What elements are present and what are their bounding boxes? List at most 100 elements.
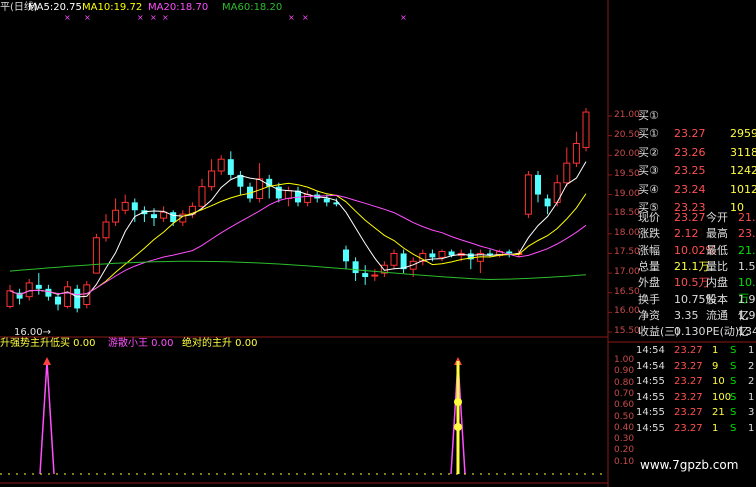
candle-body	[217, 158, 225, 172]
tick-row: 14:54 23.27 1 S 1	[612, 344, 756, 358]
indicator-absolute: 绝对的主升 0.00	[182, 338, 258, 349]
candle-body	[563, 162, 571, 184]
ma20-label: MA20:18.70	[148, 2, 209, 13]
indicator-prefix: 升	[0, 338, 10, 349]
book-label: 买②	[638, 145, 659, 159]
tick-time: 14:55	[636, 422, 665, 434]
candle-body	[160, 211, 168, 219]
book-price: 23.27	[674, 127, 706, 140]
candle-body	[572, 142, 580, 164]
tick-row: 14:54 23.27 9 S 2	[612, 360, 756, 374]
candle-body	[352, 261, 359, 274]
coin-icon	[454, 398, 462, 406]
quote-value: 3.35	[674, 308, 699, 322]
tick-row: 14:55 23.27 1 S 1	[612, 422, 756, 436]
signal-spike-arrow	[43, 357, 51, 365]
signal-spike	[39, 360, 55, 475]
quote-value: 21.50	[738, 211, 756, 224]
tick-volume: 9	[712, 360, 719, 372]
quote-label: 最低	[706, 243, 728, 257]
candle-body	[227, 159, 234, 175]
ma60-label: MA60:18.20	[222, 2, 283, 13]
quote-value: 21.1万	[674, 259, 710, 273]
book-volume: 1012	[730, 182, 756, 196]
quote-row: 涨跌 2.12 最高 23.27	[612, 226, 756, 242]
tick-count: 3	[748, 407, 755, 418]
candle-body	[438, 250, 446, 258]
arrow-right-icon: →	[42, 327, 52, 338]
book-label: 买④	[638, 182, 659, 196]
tick-time: 14:55	[636, 376, 665, 387]
book-label: 买③	[638, 164, 659, 177]
tick-count: 1	[748, 391, 755, 403]
signal-marker: ×	[150, 13, 157, 22]
quote-value: 2.12	[674, 227, 699, 241]
tick-count: 1	[748, 422, 755, 434]
tick-time: 14:55	[636, 407, 665, 418]
candle-body	[74, 288, 81, 309]
candle-body	[208, 170, 216, 188]
candle-body	[92, 237, 100, 274]
book-volume: 29597	[730, 127, 756, 140]
quote-value: 10.5万	[674, 276, 710, 290]
tick-direction: S	[730, 422, 737, 434]
tick-time: 14:55	[636, 391, 665, 403]
watermark: www.7gpzb.com	[640, 458, 739, 472]
quote-row: 现价 23.27今开 21.50	[612, 210, 756, 226]
candle-body	[83, 284, 91, 306]
candle-body	[284, 190, 292, 199]
tick-count: 2	[748, 376, 755, 387]
candle-body	[151, 214, 157, 219]
tick-price: 23.27	[674, 360, 703, 372]
tick-count: 1	[748, 345, 755, 356]
candle-body	[25, 282, 33, 298]
quote-label: 换手	[638, 292, 660, 306]
signal-marker: ×	[302, 13, 309, 22]
tick-volume: 1	[712, 345, 719, 356]
indicator-axis-tick: 0.30	[614, 434, 635, 445]
candle-body	[6, 290, 14, 307]
candle-body	[198, 186, 206, 207]
quote-label: 股本	[706, 292, 728, 306]
tick-time: 14:54	[636, 360, 665, 372]
quote-label: 量比	[706, 259, 728, 273]
quote-row: 总量 21.1万量比 1.50	[612, 259, 756, 275]
quote-label: PE(动)	[706, 325, 740, 339]
candle-body	[544, 198, 551, 207]
candle-body	[323, 198, 330, 203]
quote-label: 涨跌	[638, 227, 660, 241]
candle-body	[371, 274, 379, 277]
tick-price: 23.27	[674, 407, 703, 418]
tick-price: 23.27	[674, 391, 703, 403]
book-price: 23.26	[674, 145, 706, 159]
quote-label: 外盘	[638, 276, 660, 290]
tick-direction: S	[730, 345, 737, 356]
book-price: 23.24	[674, 182, 706, 196]
candle-body	[102, 221, 110, 239]
candle-body	[304, 194, 312, 203]
tick-direction: S	[730, 407, 737, 418]
quote-row: 收益(三)0.130PE(动)134.1	[612, 324, 756, 340]
quote-value: 134.1	[738, 325, 756, 339]
quote-value: 23.27	[738, 227, 756, 241]
tick-row: 14:55 23.27 10 S 2	[612, 375, 756, 389]
signal-marker: ×	[64, 13, 71, 22]
quote-label: 内盘	[706, 276, 728, 290]
indicator-axis-tick: 0.20	[614, 445, 635, 456]
candle-body	[64, 286, 72, 307]
tick-price: 23.27	[674, 376, 703, 387]
tick-volume: 1	[712, 422, 719, 434]
tick-time: 14:54	[636, 345, 665, 356]
signal-marker: ×	[162, 13, 169, 22]
tick-volume: 10	[712, 376, 725, 387]
quote-row: 净资3.35流通1.97亿	[612, 308, 756, 338]
indicator-strong: 强势主升低买 0.00	[10, 338, 96, 349]
book-volume: 3118	[730, 145, 756, 159]
quote-row: 外盘10.5万内盘10.6万	[612, 275, 756, 305]
quote-label: 现价	[638, 211, 660, 224]
tick-volume: 21	[712, 407, 725, 418]
candle-body	[343, 249, 349, 262]
candle-body	[390, 252, 398, 266]
signal-marker: ×	[84, 13, 91, 22]
book-row: 买② 23.26 3118	[612, 145, 756, 161]
